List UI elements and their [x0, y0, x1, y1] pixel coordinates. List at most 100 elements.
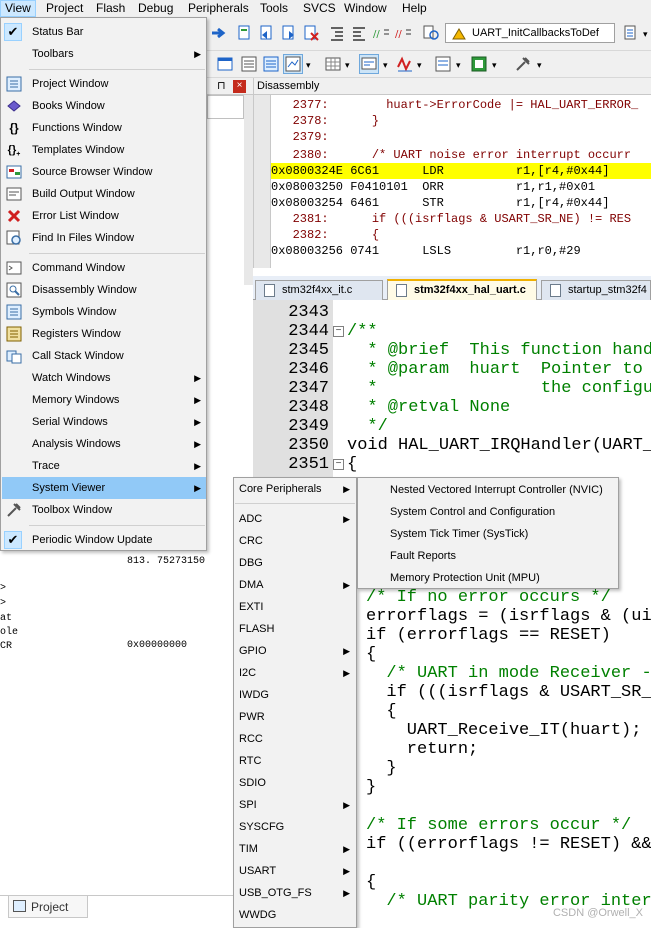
unindent-button[interactable] — [349, 23, 369, 43]
disassembly-body[interactable]: 2377: huart->ErrorCode |= HAL_UART_ERROR… — [254, 95, 651, 268]
toolbox-dropdown-icon[interactable]: ▾ — [537, 60, 542, 71]
menu-item-gpio[interactable]: GPIO ▶ — [235, 640, 355, 662]
menu-view[interactable]: View — [0, 0, 36, 17]
step-forward-button[interactable] — [209, 23, 229, 43]
indent-button[interactable] — [327, 23, 347, 43]
menu-item-nvic[interactable]: Nested Vectored Interrupt Controller (NV… — [359, 479, 617, 501]
serial-dropdown-icon[interactable]: ▾ — [383, 60, 388, 71]
unindent-icon — [353, 27, 365, 41]
menu-item-mpu[interactable]: Memory Protection Unit (MPU) — [359, 567, 617, 589]
menu-item-build-output-window[interactable]: Build Output Window — [2, 183, 206, 205]
watch-window-button[interactable] — [283, 54, 303, 74]
menu-project[interactable]: Project — [42, 0, 87, 17]
menu-item-iwdg[interactable]: IWDG — [235, 684, 355, 706]
serial-window-button[interactable] — [359, 54, 379, 74]
menu-peripherals[interactable]: Peripherals — [184, 0, 253, 17]
menu-item-error-list-window[interactable]: Error List Window — [2, 205, 206, 227]
memory-window-button[interactable] — [323, 54, 343, 74]
menu-item-usart[interactable]: USART ▶ — [235, 860, 355, 882]
menu-item-adc[interactable]: ADC ▶ — [235, 508, 355, 530]
memory-dropdown-icon[interactable]: ▾ — [345, 60, 350, 71]
menu-item-fault-reports[interactable]: Fault Reports — [359, 545, 617, 567]
tab-stm32f4xx-it[interactable]: stm32f4xx_it.c — [255, 280, 383, 300]
bookmark-next-button[interactable] — [279, 23, 299, 43]
menu-item-symbols-window[interactable]: Symbols Window — [2, 301, 206, 323]
menu-item-project-window[interactable]: Project Window — [2, 73, 206, 95]
menu-help[interactable]: Help — [398, 0, 431, 17]
toolbox-icon — [516, 57, 530, 71]
menu-item-source-browser-window[interactable]: Source Browser Window — [2, 161, 206, 183]
analysis-window-button[interactable] — [395, 54, 415, 74]
menu-item-command-window[interactable]: Command Window — [2, 257, 206, 279]
menu-item-syscfg[interactable]: SYSCFG — [235, 816, 355, 838]
panel-scrollbar[interactable] — [244, 95, 253, 285]
watch-dropdown-icon[interactable]: ▾ — [306, 60, 311, 71]
menu-item-flash[interactable]: FLASH — [235, 618, 355, 640]
menu-item-usb-otg-fs[interactable]: USB_OTG_FS ▶ — [235, 882, 355, 904]
close-icon[interactable]: × — [233, 80, 246, 93]
bookmark-prev-button[interactable] — [257, 23, 277, 43]
menu-item-memory-windows[interactable]: Memory Windows ▶ — [2, 389, 206, 411]
menu-item-pwr[interactable]: PWR — [235, 706, 355, 728]
menu-item-serial-windows[interactable]: Serial Windows ▶ — [2, 411, 206, 433]
pin-icon[interactable]: ⊓ — [217, 79, 226, 92]
system-viewer-button[interactable] — [469, 54, 489, 74]
trace-window-button[interactable] — [433, 54, 453, 74]
menu-item-spi[interactable]: SPI ▶ — [235, 794, 355, 816]
menu-item-toolbars[interactable]: Toolbars ▶ — [2, 43, 206, 65]
symbols-window-button[interactable] — [261, 54, 281, 74]
fold-toggle-icon[interactable]: − — [333, 326, 344, 337]
menu-item-periodic-window-update[interactable]: ✔ Periodic Window Update — [2, 529, 206, 551]
menu-item-dma[interactable]: DMA ▶ — [235, 574, 355, 596]
tab-startup[interactable]: startup_stm32f4 — [541, 280, 651, 300]
menu-item-i2c[interactable]: I2C ▶ — [235, 662, 355, 684]
menu-item-toolbox-window[interactable]: Toolbox Window — [2, 499, 206, 521]
menu-item-wwdg[interactable]: WWDG — [235, 904, 355, 926]
print-button[interactable] — [621, 23, 641, 43]
menu-debug[interactable]: Debug — [134, 0, 177, 17]
menu-item-crc[interactable]: CRC — [235, 530, 355, 552]
menu-item-core-peripherals[interactable]: Core Peripherals ▶ — [235, 478, 355, 500]
menu-item-system-control[interactable]: System Control and Configuration — [359, 501, 617, 523]
menu-item-templates-window[interactable]: {}+ Templates Window — [2, 139, 206, 161]
menu-tools[interactable]: Tools — [256, 0, 292, 17]
find-in-files-button[interactable] — [421, 23, 441, 43]
menu-flash[interactable]: Flash — [92, 0, 129, 17]
menu-item-find-in-files-window[interactable]: Find In Files Window — [2, 227, 206, 249]
menu-item-systick[interactable]: System Tick Timer (SysTick) — [359, 523, 617, 545]
menu-item-sdio[interactable]: SDIO — [235, 772, 355, 794]
analysis-dropdown-icon[interactable]: ▾ — [417, 60, 422, 71]
tab-project[interactable]: Project — [8, 896, 88, 918]
menu-item-functions-window[interactable]: {} Functions Window — [2, 117, 206, 139]
menu-window[interactable]: Window — [340, 0, 391, 17]
menu-svcs[interactable]: SVCS — [299, 0, 340, 17]
tab-stm32f4xx-hal-uart[interactable]: stm32f4xx_hal_uart.c — [387, 279, 537, 301]
menu-item-tim[interactable]: TIM ▶ — [235, 838, 355, 860]
trace-dropdown-icon[interactable]: ▾ — [456, 60, 461, 71]
menu-item-exti[interactable]: EXTI — [235, 596, 355, 618]
system-viewer-dropdown-icon[interactable]: ▾ — [492, 60, 497, 71]
disassembly-window-button[interactable] — [239, 54, 259, 74]
menu-item-analysis-windows[interactable]: Analysis Windows ▶ — [2, 433, 206, 455]
menu-item-trace[interactable]: Trace ▶ — [2, 455, 206, 477]
comment-button[interactable]: // — [371, 23, 391, 43]
cmd-window-button[interactable] — [215, 54, 235, 74]
menu-item-watch-windows[interactable]: Watch Windows ▶ — [2, 367, 206, 389]
toolbox-button[interactable] — [513, 54, 533, 74]
menu-item-rtc[interactable]: RTC — [235, 750, 355, 772]
toolbar-overflow-icon[interactable]: ▾ — [643, 29, 648, 40]
uncomment-button[interactable]: // — [393, 23, 413, 43]
menu-item-call-stack-window[interactable]: Call Stack Window — [2, 345, 206, 367]
menu-item-dbg[interactable]: DBG — [235, 552, 355, 574]
tree-fragment: > — [0, 598, 7, 609]
menu-item-books-window[interactable]: Books Window — [2, 95, 206, 117]
function-combo[interactable]: UART_InitCallbacksToDef — [445, 23, 615, 43]
fold-toggle-icon[interactable]: − — [333, 459, 344, 470]
bookmark-clear-button[interactable] — [301, 23, 321, 43]
menu-item-system-viewer[interactable]: System Viewer ▶ — [2, 477, 206, 499]
menu-item-rcc[interactable]: RCC — [235, 728, 355, 750]
menu-item-disassembly-window[interactable]: Disassembly Window — [2, 279, 206, 301]
menu-item-registers-window[interactable]: Registers Window — [2, 323, 206, 345]
bookmark-button[interactable] — [235, 23, 255, 43]
menu-item-status-bar[interactable]: ✔ Status Bar — [2, 21, 206, 43]
